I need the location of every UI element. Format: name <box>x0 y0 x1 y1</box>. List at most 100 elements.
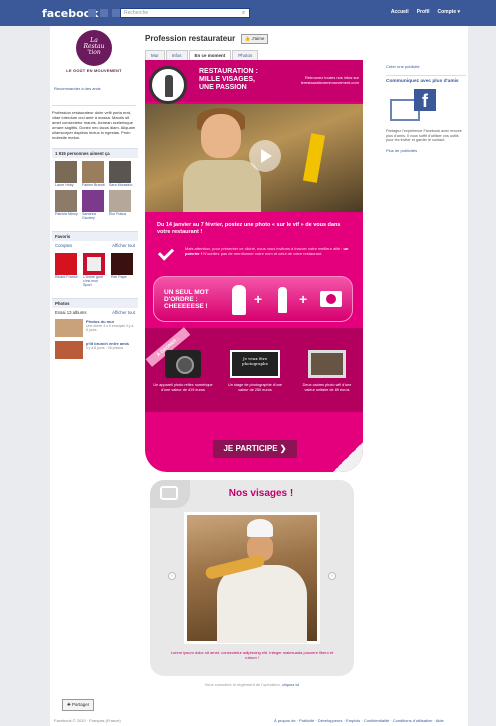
page-tabs: Mur Infos En ce moment Photos <box>145 50 259 60</box>
video-player[interactable] <box>145 104 363 212</box>
friend-name: Laure Hoby <box>55 183 74 187</box>
play-icon[interactable] <box>249 140 281 172</box>
formula-text: UN SEUL MOT D'ORDRE : CHEEEEESE ! <box>164 289 209 310</box>
avatar <box>55 161 77 183</box>
friend-name: Fabien Brandt <box>82 183 105 187</box>
ad-title[interactable]: Communiquez avec plus d'amis <box>386 79 466 85</box>
friend-item[interactable]: Laure Hoby <box>55 161 79 187</box>
favorite-item[interactable]: Ricard France <box>55 253 79 287</box>
search-placeholder: Recherche <box>124 10 149 16</box>
logo-text: La Restau 'tion <box>76 38 112 56</box>
chef-coat <box>217 565 307 643</box>
participate-button[interactable]: JE PARTICIPE ❯ <box>213 440 297 458</box>
tab-info[interactable]: Infos <box>165 50 188 60</box>
cook-body <box>183 160 261 212</box>
prize-caption: Deux cadres photo wifi d'une valeur unit… <box>302 383 352 392</box>
photo-album[interactable]: p'tit brunch entre amis il y a 8 jours · … <box>52 339 138 361</box>
avatar <box>109 190 131 212</box>
page-title: Profession restaurateur <box>145 34 236 43</box>
friend-name: Éloi Fralca <box>109 212 126 216</box>
page-header: Profession restaurateur 👍 J'aime <box>145 34 269 44</box>
campaign-canvas: RESTAURATION : MILLE VISAGES, UNE PASSIO… <box>145 60 363 472</box>
plus-icon: + <box>254 291 263 307</box>
campaign-title-3: UNE PASSION <box>199 84 247 91</box>
right-column: Créer une publicité Communiquez avec plu… <box>386 64 466 153</box>
favorite-name: L'Usine goût c'est mon Sport <box>83 275 103 287</box>
nav-account[interactable]: Compte ▾ <box>437 9 460 15</box>
photos-sub: Essai 13 albums <box>55 310 87 315</box>
camera-icon <box>160 486 178 500</box>
gallery-caption: Lorem ipsum dolor sit amet, consectetur … <box>170 650 334 660</box>
like-button[interactable]: 👍 J'aime <box>240 34 269 44</box>
more-ads-link[interactable]: Plus de publicités <box>386 148 466 153</box>
check-icon <box>157 244 175 261</box>
friends-section: 1 915 personnes aiment ça Laure Hoby Fab… <box>52 148 138 223</box>
note-part-c: N'oubliez pas de mentionner votre nom et… <box>203 251 323 256</box>
friend-name: Sara Morasino <box>109 183 133 187</box>
prizes-band: À GAGNER : Un appareil photo reflex numé… <box>145 327 363 412</box>
ad-image[interactable]: f <box>390 89 440 125</box>
pepper-shaker-icon <box>278 287 287 313</box>
album-thumbnail <box>55 341 83 359</box>
favorite-item[interactable]: L'Usine goût c'est mon Sport <box>83 253 107 287</box>
rules-link[interactable]: cliquez ici <box>282 682 299 687</box>
gallery-tab <box>150 480 190 508</box>
friend-item[interactable]: Sara Morasino <box>109 161 133 187</box>
tab-en-ce-moment[interactable]: En ce moment <box>188 50 232 60</box>
friend-name: Sandrine Gautrey <box>82 212 97 220</box>
photos-see-all[interactable]: Afficher tout <box>112 310 135 315</box>
profile-picture[interactable]: La Restau 'tion LE GOÛT EN MOUVEMENT <box>61 30 127 76</box>
share-button[interactable]: ✚ Partager <box>62 699 95 711</box>
next-arrow-icon[interactable]: › <box>328 572 336 580</box>
friend-item[interactable]: Éloi Fralca <box>109 190 133 220</box>
favorite-name: Riel Pape <box>111 275 127 279</box>
avatar <box>82 161 104 183</box>
plus-icon: + <box>299 291 308 307</box>
search-input[interactable]: Recherche ⌕ <box>120 8 250 18</box>
prize-camera: Un appareil photo reflex numérique d'une… <box>153 350 213 392</box>
notification-icons <box>88 9 120 17</box>
favorites-heading: Favoris <box>55 234 71 239</box>
campaign-follow-text[interactable]: Retrouvez toutes nos infos sur lerestaur… <box>287 75 359 85</box>
create-ad-link[interactable]: Créer une publicité <box>386 64 466 69</box>
prev-arrow-icon[interactable]: ‹ <box>168 572 176 580</box>
logo-line-3: 'tion <box>87 49 101 56</box>
album-thumbnail <box>55 319 83 337</box>
logo-tagline: LE GOÛT EN MOUVEMENT <box>66 68 122 73</box>
cook-face <box>201 114 241 158</box>
tab-photos[interactable]: Photos <box>232 50 259 60</box>
avatar <box>55 190 77 212</box>
favorites-see-all[interactable]: Afficher tout <box>112 243 135 248</box>
messages-icon[interactable] <box>100 9 108 17</box>
campaign-header: RESTAURATION : MILLE VISAGES, UNE PASSIO… <box>145 60 363 104</box>
favorites-sub[interactable]: Comptes <box>55 243 72 248</box>
favorites-section: Favoris Comptes Afficher tout Ricard Fran… <box>52 231 138 290</box>
favorite-name: Ricard France <box>55 275 78 279</box>
nav-home[interactable]: Accueil <box>391 9 409 15</box>
avatar <box>82 190 104 212</box>
campaign-title-2: MILLE VISAGES, <box>199 76 256 83</box>
friend-item[interactable]: Sandrine Gautrey <box>82 190 106 220</box>
favorite-item[interactable]: Riel Pape <box>111 253 135 287</box>
friend-name: Patricia Mercy <box>55 212 78 216</box>
gallery-title: Nos visages ! <box>228 488 294 499</box>
friend-item[interactable]: Patricia Mercy <box>55 190 79 220</box>
friend-item[interactable]: Fabien Brandt <box>82 161 106 187</box>
footer-links[interactable]: À propos de · Publicité · Développeurs ·… <box>274 718 444 723</box>
photo-album[interactable]: Photos du mur Une duree 3 x 6 envoyée il … <box>52 317 138 339</box>
footer-copyright: Facebook © 2010 · Français (France) <box>54 718 121 723</box>
search-icon[interactable]: ⌕ <box>239 9 248 17</box>
notifications-icon[interactable] <box>112 9 120 17</box>
ad-box: Communiquez avec plus d'amis f Partagez … <box>386 75 466 153</box>
page-curl <box>333 442 363 472</box>
friend-requests-icon[interactable] <box>88 9 96 17</box>
gallery-photo[interactable] <box>184 512 320 644</box>
recommend-link[interactable]: Recommander à des amis <box>54 86 138 91</box>
album-sub: Une duree 3 x 6 envoyée il y a 6 jours <box>86 324 134 332</box>
photos-section: Photos Essai 13 albums Afficher tout Phot… <box>52 298 138 361</box>
rules-text: Vous consultez le règlement de l'opérati… <box>204 682 281 687</box>
favorite-logo <box>83 253 105 275</box>
nav-profile[interactable]: Profil <box>417 9 430 15</box>
tab-wall[interactable]: Mur <box>145 50 165 60</box>
camera-icon <box>320 291 342 307</box>
